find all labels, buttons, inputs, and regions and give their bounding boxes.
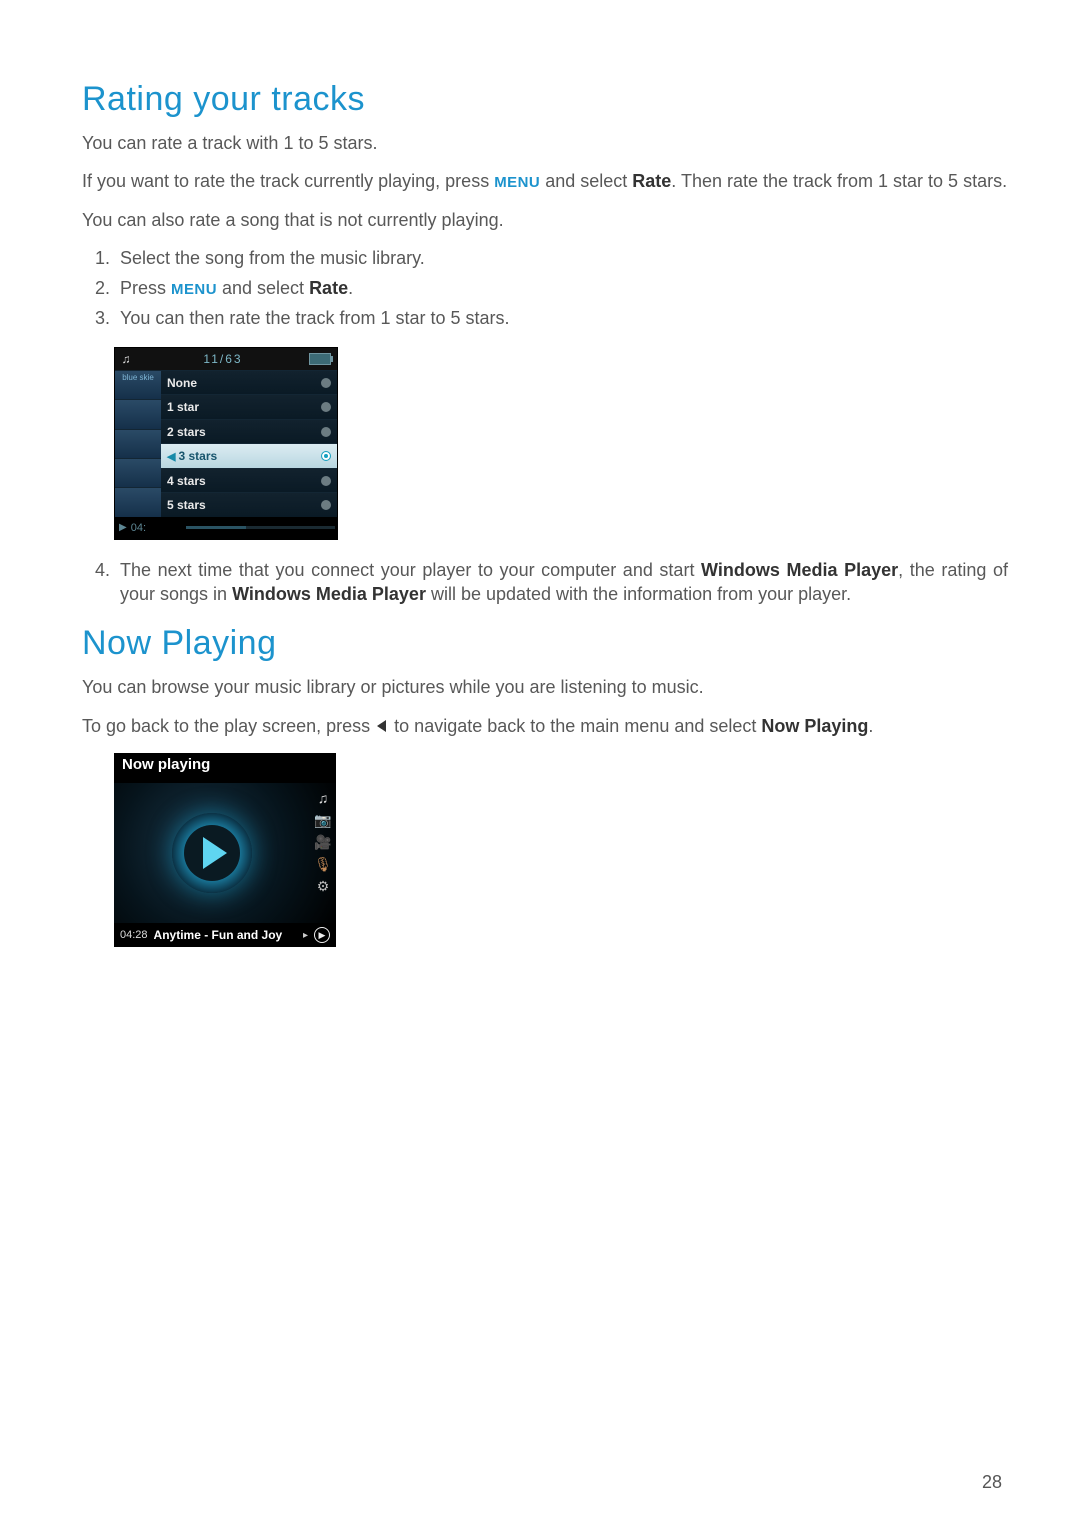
text: to navigate back to the main menu and se… — [389, 716, 761, 736]
menu-key: MENU — [494, 174, 540, 191]
rating-option-2stars[interactable]: 2 stars — [161, 419, 337, 444]
text: The next time that you connect your play… — [120, 560, 701, 580]
album-thumb — [115, 458, 161, 487]
option-label: 4 stars — [167, 474, 206, 488]
play-icon — [203, 837, 227, 869]
album-thumb — [115, 487, 161, 516]
album-thumb — [115, 429, 161, 458]
text: and select — [540, 171, 632, 191]
track-counter: 11/63 — [137, 352, 309, 366]
np-header: Now playing — [114, 753, 336, 783]
wmp-label: Windows Media Player — [232, 584, 426, 604]
chevron-right-icon: ▸ — [303, 930, 308, 941]
rate-label: Rate — [309, 278, 348, 298]
elapsed-time: 04: — [131, 522, 146, 534]
mic-icon[interactable]: 🎙 — [314, 857, 332, 871]
device-body: blue skie None 1 star 2 stars — [115, 370, 337, 517]
gear-icon[interactable]: ⚙ — [317, 879, 330, 893]
manual-page: Rating your tracks You can rate a track … — [0, 0, 1080, 1529]
text: will be updated with the information fro… — [426, 584, 851, 604]
step-1: Select the song from the music library. — [114, 246, 1008, 270]
text: 3 stars — [178, 449, 217, 463]
heading-now-playing: Now Playing — [82, 624, 1008, 663]
option-label: 5 stars — [167, 498, 206, 512]
now-playing-icon[interactable]: ▶ — [314, 927, 330, 943]
rating-option-4stars[interactable]: 4 stars — [161, 468, 337, 493]
np-main-area — [114, 783, 310, 923]
option-label: 1 star — [167, 400, 199, 414]
step-4: The next time that you connect your play… — [114, 558, 1008, 607]
rating-option-none[interactable]: None — [161, 370, 337, 395]
rating-device-screenshot: ♫ 11/63 blue skie None 1 star — [114, 347, 338, 540]
text: Press — [120, 278, 171, 298]
rating-intro-2: If you want to rate the track currently … — [82, 169, 1008, 193]
rating-steps-cont: The next time that you connect your play… — [82, 558, 1008, 607]
battery-icon — [309, 353, 331, 365]
text: If you want to rate the track currently … — [82, 171, 494, 191]
text: . — [348, 278, 353, 298]
photo-icon[interactable]: 📷 — [314, 813, 331, 827]
np-body: ♫ 📷 🎥 🎙 ⚙ — [114, 783, 336, 923]
radio-selected-icon — [321, 451, 331, 461]
device-status-bar: ♫ 11/63 — [115, 348, 337, 370]
np-time: 04:28 — [120, 929, 148, 941]
menu-key: MENU — [171, 281, 217, 298]
np-intro-2: To go back to the play screen, press to … — [82, 714, 1008, 739]
step-2: Press MENU and select Rate. — [114, 276, 1008, 300]
np-intro-1: You can browse your music library or pic… — [82, 675, 1008, 699]
radio-icon — [321, 378, 331, 388]
option-label: ◀3 stars — [167, 449, 217, 463]
np-track-title: Anytime - Fun and Joy — [154, 928, 303, 942]
np-side-icons: ♫ 📷 🎥 🎙 ⚙ — [310, 783, 336, 923]
text: and select — [217, 278, 309, 298]
rating-option-1star[interactable]: 1 star — [161, 394, 337, 419]
step-3: You can then rate the track from 1 star … — [114, 306, 1008, 330]
text: . — [868, 716, 873, 736]
music-icon: ♫ — [115, 352, 137, 366]
text: To go back to the play screen, press — [82, 716, 375, 736]
radio-icon — [321, 500, 331, 510]
play-button-inner — [184, 825, 240, 881]
rating-intro-3: You can also rate a song that is not cur… — [82, 208, 1008, 232]
rating-intro-1: You can rate a track with 1 to 5 stars. — [82, 131, 1008, 155]
album-thumb: blue skie — [115, 370, 161, 399]
radio-icon — [321, 476, 331, 486]
back-arrow-icon — [375, 715, 389, 739]
play-icon: ▶ — [119, 522, 127, 533]
album-thumb — [115, 399, 161, 428]
rating-option-list: None 1 star 2 stars ◀3 stars 4 stars — [161, 370, 337, 517]
rating-option-5stars[interactable]: 5 stars — [161, 492, 337, 517]
video-icon[interactable]: 🎥 — [314, 835, 331, 849]
music-icon[interactable]: ♫ — [318, 791, 329, 805]
page-number: 28 — [982, 1472, 1002, 1493]
rating-option-3stars[interactable]: ◀3 stars — [161, 443, 337, 468]
text: . Then rate the track from 1 star to 5 s… — [671, 171, 1007, 191]
device-footer: ▶ 04: — [115, 517, 337, 539]
device-thumb-strip: blue skie — [115, 370, 161, 517]
progress-bar — [186, 526, 335, 529]
now-playing-device-screenshot: Now playing ♫ 📷 🎥 🎙 ⚙ 04:28 Anytime - Fu… — [114, 753, 336, 947]
play-button[interactable] — [172, 813, 252, 893]
rating-steps: Select the song from the music library. … — [82, 246, 1008, 331]
now-playing-label: Now Playing — [761, 716, 868, 736]
np-footer: 04:28 Anytime - Fun and Joy ▸ ▶ — [114, 923, 336, 947]
radio-icon — [321, 427, 331, 437]
radio-icon — [321, 402, 331, 412]
rate-label: Rate — [632, 171, 671, 191]
option-label: None — [167, 376, 197, 390]
heading-rating: Rating your tracks — [82, 80, 1008, 119]
wmp-label: Windows Media Player — [701, 560, 898, 580]
option-label: 2 stars — [167, 425, 206, 439]
caret-left-icon: ◀ — [167, 451, 175, 463]
